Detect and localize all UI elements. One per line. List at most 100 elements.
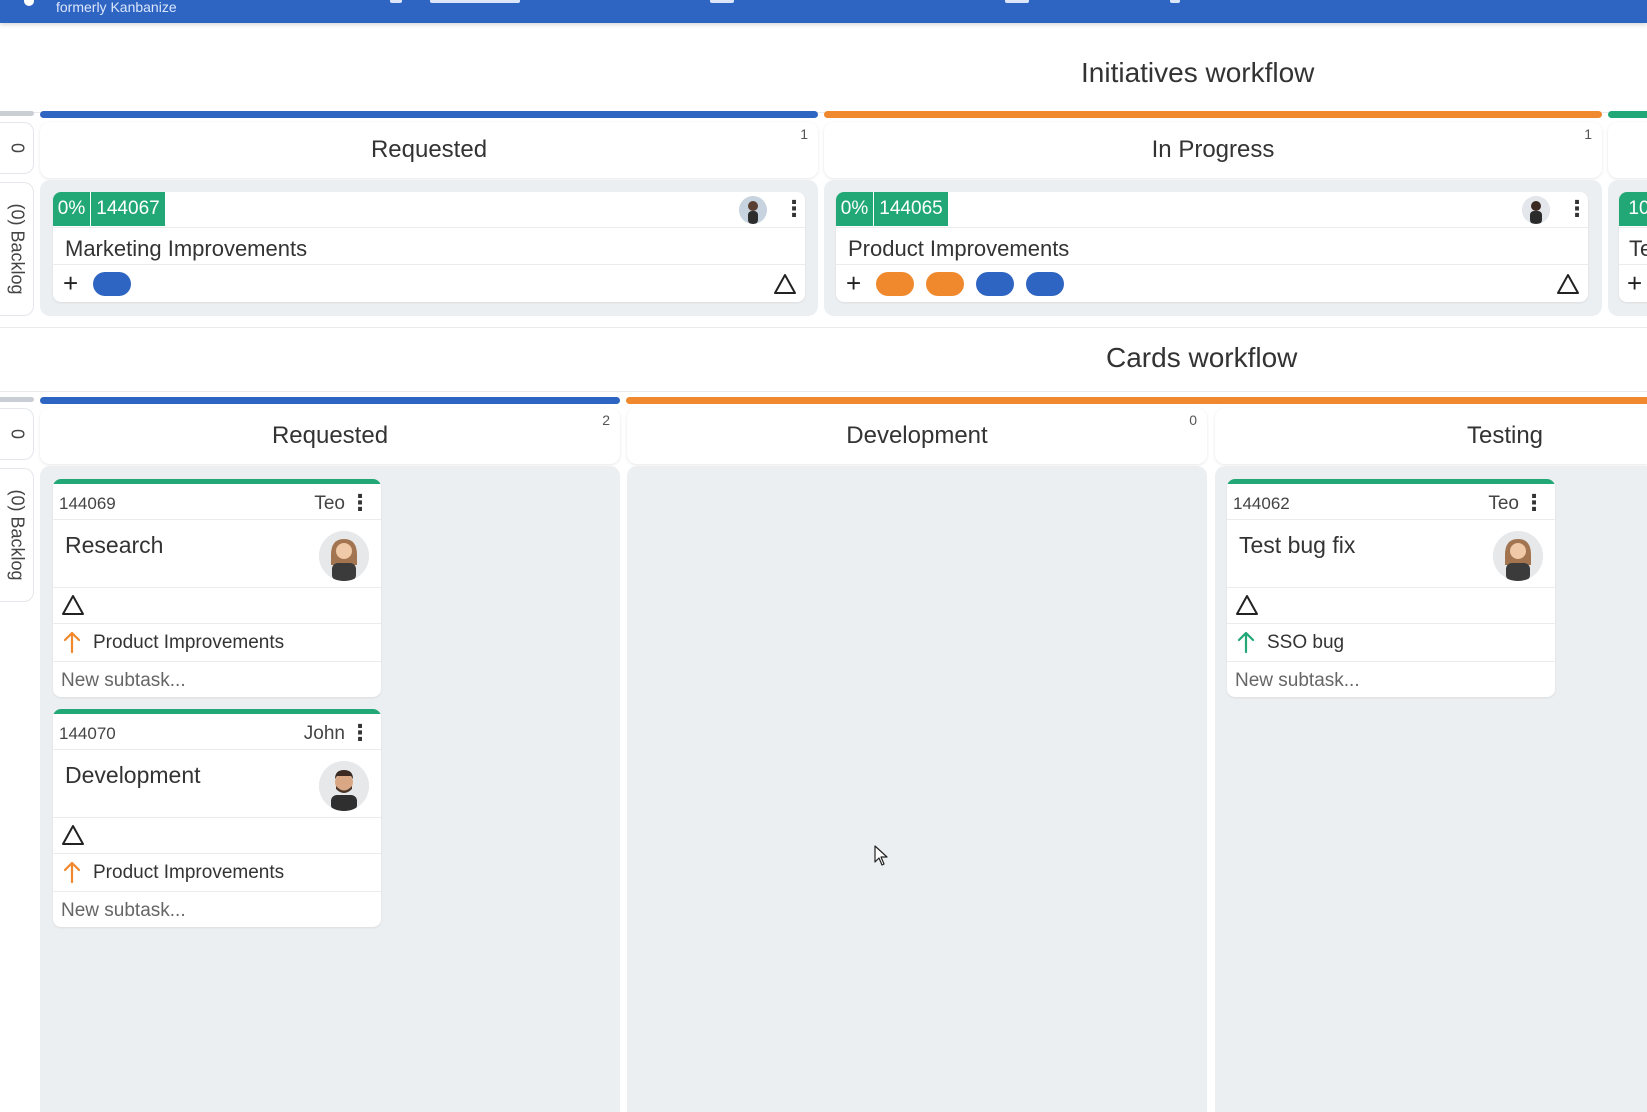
task-card[interactable]: 144070 John ⋮ Development Product Improv… xyxy=(53,709,381,927)
card-id[interactable]: 144069 xyxy=(59,494,116,514)
card-owner[interactable]: Teo xyxy=(314,493,345,515)
column-color-bar xyxy=(626,397,1647,404)
initiative-card[interactable]: 0% 144065 ⋮ Product Improvements + xyxy=(836,192,1588,302)
progress-badge: 10 xyxy=(1619,192,1647,226)
parent-card-title[interactable]: SSO bug xyxy=(1267,632,1344,654)
lane-color-bar xyxy=(0,397,34,402)
column-name: In Progress xyxy=(1151,136,1275,163)
lane-backlog-rail[interactable]: (0) Backlog xyxy=(0,182,34,316)
card-title[interactable]: Research xyxy=(65,532,163,559)
parent-link[interactable]: Product Improvements xyxy=(53,853,381,891)
parent-arrow-icon xyxy=(63,631,81,654)
card-indicators xyxy=(1227,587,1555,623)
child-card-pill[interactable] xyxy=(976,272,1014,296)
nav-item[interactable] xyxy=(430,0,520,3)
card-header xyxy=(836,192,1588,228)
parent-link[interactable]: SSO bug xyxy=(1227,623,1555,661)
card-indicators xyxy=(53,817,381,853)
workflow-title: Initiatives workflow xyxy=(1081,57,1315,88)
column-header-requested[interactable]: Requested 1 xyxy=(40,122,818,178)
nav-icon[interactable] xyxy=(390,0,402,3)
card-header xyxy=(53,192,805,228)
card-footer: + xyxy=(1619,264,1647,302)
parent-card-title[interactable]: Product Improvements xyxy=(93,862,284,884)
nav-icon[interactable] xyxy=(710,0,734,3)
add-icon[interactable]: + xyxy=(846,270,861,296)
card-header: 144070 John ⋮ xyxy=(53,714,381,750)
lane-count-rail[interactable]: 0 xyxy=(0,122,34,174)
assignee-avatar[interactable] xyxy=(1522,196,1550,224)
child-card-pill[interactable] xyxy=(93,272,131,296)
card-title[interactable]: Marketing Improvements xyxy=(65,236,307,262)
card-title[interactable]: Product Improvements xyxy=(848,236,1069,262)
mouse-cursor-icon xyxy=(874,845,888,866)
new-subtask-input[interactable]: New subtask... xyxy=(61,670,186,692)
column-body[interactable] xyxy=(627,466,1207,1112)
card-menu-icon[interactable]: ⋮ xyxy=(1523,492,1545,514)
subtask-row: New subtask... xyxy=(53,891,381,927)
column-card-count: 2 xyxy=(602,412,610,428)
card-menu-icon[interactable]: ⋮ xyxy=(1566,198,1588,220)
cards-workflow-header: Cards workflow xyxy=(0,327,1647,392)
add-icon[interactable]: + xyxy=(63,270,78,296)
child-card-pill[interactable] xyxy=(876,272,914,296)
subtask-row: New subtask... xyxy=(53,661,381,697)
initiative-card[interactable]: 10 Te + xyxy=(1619,192,1647,302)
card-owner[interactable]: John xyxy=(304,723,345,745)
brand-subtitle: formerly Kanbanize xyxy=(56,0,177,15)
card-menu-icon[interactable]: ⋮ xyxy=(349,492,371,514)
card-title[interactable]: Test bug fix xyxy=(1239,532,1355,559)
column-card-count: 1 xyxy=(1584,126,1592,142)
nav-icon[interactable] xyxy=(1170,0,1180,3)
card-footer: + xyxy=(53,264,805,302)
parent-link[interactable]: Product Improvements xyxy=(53,623,381,661)
card-title[interactable]: Development xyxy=(65,762,201,789)
assignee-avatar[interactable] xyxy=(1493,531,1543,581)
progress-badge: 0% xyxy=(836,192,873,226)
logo-icon[interactable] xyxy=(24,0,34,6)
column-header-in-progress[interactable]: In Progress 1 xyxy=(824,122,1602,178)
column-name: Requested xyxy=(370,136,488,163)
new-subtask-input[interactable]: New subtask... xyxy=(61,900,186,922)
card-menu-icon[interactable]: ⋮ xyxy=(349,722,371,744)
column-header-development[interactable]: Development 0 xyxy=(627,408,1207,464)
card-id-badge[interactable]: 144067 xyxy=(91,192,165,226)
lane-count: 0 xyxy=(7,142,27,154)
column-header-next[interactable] xyxy=(1608,122,1647,178)
card-id-badge[interactable]: 144065 xyxy=(874,192,948,226)
column-name: Testing xyxy=(1466,422,1544,449)
nav-icon[interactable] xyxy=(1005,0,1029,3)
card-title[interactable]: Te xyxy=(1629,236,1647,262)
column-name: Requested xyxy=(271,422,389,449)
assignee-avatar[interactable] xyxy=(739,196,767,224)
assignee-avatar[interactable] xyxy=(319,761,369,811)
parent-card-title[interactable]: Product Improvements xyxy=(93,632,284,654)
card-id[interactable]: 144062 xyxy=(1233,494,1290,514)
add-icon[interactable]: + xyxy=(1627,270,1642,296)
card-id[interactable]: 144070 xyxy=(59,724,116,744)
parent-arrow-icon xyxy=(1237,631,1255,654)
initiatives-workflow-header: Initiatives workflow xyxy=(0,33,1647,113)
child-card-pill[interactable] xyxy=(926,272,964,296)
lane-backlog-rail[interactable]: (0) Backlog xyxy=(0,468,34,602)
lane-count-rail[interactable]: 0 xyxy=(0,408,34,460)
parent-arrow-icon xyxy=(63,861,81,884)
assignee-avatar[interactable] xyxy=(319,531,369,581)
card-indicators xyxy=(53,587,381,623)
column-header-testing[interactable]: Testing xyxy=(1215,408,1647,464)
card-footer: + xyxy=(836,264,1588,302)
task-card[interactable]: 144069 Teo ⋮ Research Product Improvemen… xyxy=(53,479,381,697)
top-navigation-bar: formerly Kanbanize xyxy=(0,0,1647,23)
card-owner[interactable]: Teo xyxy=(1488,493,1519,515)
subtask-row: New subtask... xyxy=(1227,661,1555,697)
child-card-pill[interactable] xyxy=(1026,272,1064,296)
column-header-requested[interactable]: Requested 2 xyxy=(40,408,620,464)
lane-label: (0) Backlog xyxy=(7,203,27,295)
initiative-card[interactable]: 0% 144067 ⋮ Marketing Improvements + xyxy=(53,192,805,302)
card-menu-icon[interactable]: ⋮ xyxy=(783,198,805,220)
task-card[interactable]: 144062 Teo ⋮ Test bug fix SSO bug New su… xyxy=(1227,479,1555,697)
new-subtask-input[interactable]: New subtask... xyxy=(1235,670,1360,692)
column-name: Development xyxy=(846,422,988,449)
column-color-bar xyxy=(824,111,1602,118)
column-color-bar xyxy=(40,397,620,404)
